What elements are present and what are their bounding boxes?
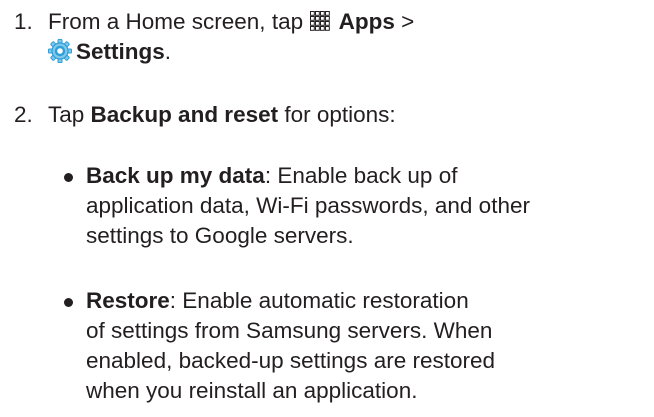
option-desc-line: : Enable automatic restoration (169, 288, 469, 313)
step-1-intro: From a Home screen, tap (48, 9, 310, 34)
bullet-icon (64, 173, 73, 182)
apps-grid-icon (310, 11, 331, 31)
step-2-outro: for options: (278, 102, 396, 127)
settings-label: Settings (76, 39, 165, 64)
option-desc-line: application data, Wi-Fi passwords, and o… (86, 193, 530, 218)
option-title: Back up my data (86, 163, 265, 188)
apps-label: Apps (338, 9, 395, 34)
option-desc-line: settings to Google servers. (86, 223, 354, 248)
option-desc-line: : Enable back up of (264, 163, 458, 188)
bullet-icon (64, 298, 73, 307)
option-desc-line: when you reinstall an application. (86, 378, 418, 403)
document-page: 1. From a Home screen, tap Apps > Settin… (0, 0, 654, 417)
settings-gear-icon (48, 39, 72, 63)
step-number: 1. (14, 9, 33, 34)
menu-separator: > (394, 9, 415, 34)
step-1-end: . (164, 39, 172, 64)
step-1-text: From a Home screen, tap Apps > Settings. (48, 7, 644, 67)
step-2-text: Tap Backup and reset for options: (48, 100, 644, 130)
option-desc-line: enabled, backed-up settings are restored (86, 348, 496, 373)
option-text: Restore: Enable automatic restoration of… (86, 286, 654, 406)
step-2-intro: Tap (48, 102, 91, 127)
step-number: 2. (14, 102, 33, 127)
option-text: Back up my data: Enable back up of appli… (86, 161, 654, 251)
backup-and-reset-label: Backup and reset (90, 102, 279, 127)
option-title: Restore (86, 288, 170, 313)
option-desc-line: of settings from Samsung servers. When (86, 318, 493, 343)
